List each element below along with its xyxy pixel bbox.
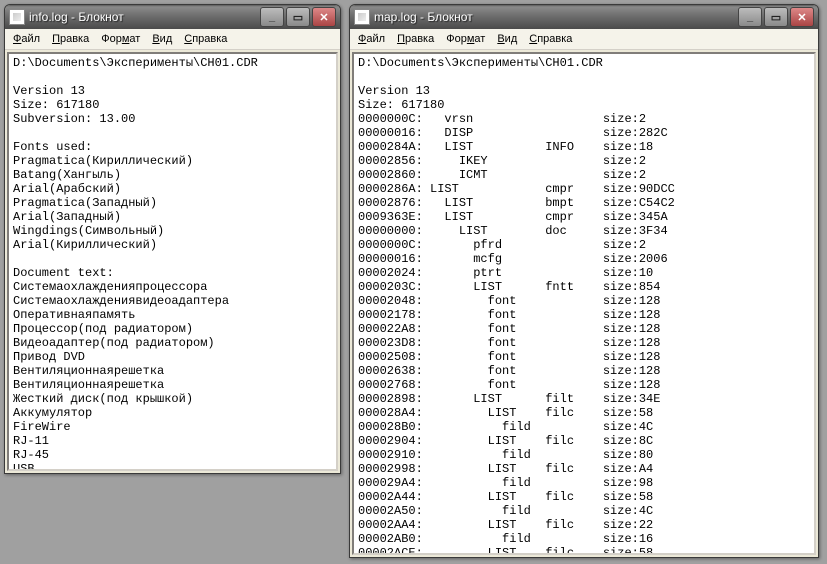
menubar: ФайлПравкаФорматВидСправка xyxy=(5,29,340,50)
text-content[interactable]: D:\Documents\Эксперименты\CH01.CDR Versi… xyxy=(354,54,814,553)
client-area: D:\Documents\Эксперименты\CH01.CDR Versi… xyxy=(352,52,816,555)
window-title: map.log - Блокнот xyxy=(374,10,738,24)
menu-item[interactable]: Файл xyxy=(7,31,46,47)
notepad-window-map: map.log - Блокнот _ ▭ ✕ ФайлПравкаФормат… xyxy=(349,4,819,558)
minimize-button[interactable]: _ xyxy=(738,7,762,27)
menu-item[interactable]: Правка xyxy=(391,31,440,47)
window-title: info.log - Блокнот xyxy=(29,10,260,24)
menu-item[interactable]: Вид xyxy=(146,31,178,47)
maximize-button[interactable]: ▭ xyxy=(764,7,788,27)
menu-item[interactable]: Вид xyxy=(491,31,523,47)
menu-item[interactable]: Формат xyxy=(95,31,146,47)
titlebar[interactable]: map.log - Блокнот _ ▭ ✕ xyxy=(350,5,818,29)
titlebar[interactable]: info.log - Блокнот _ ▭ ✕ xyxy=(5,5,340,29)
menu-item[interactable]: Файл xyxy=(352,31,391,47)
menu-item[interactable]: Справка xyxy=(178,31,233,47)
close-button[interactable]: ✕ xyxy=(790,7,814,27)
app-icon xyxy=(354,9,370,25)
app-icon xyxy=(9,9,25,25)
menu-item[interactable]: Формат xyxy=(440,31,491,47)
window-controls: _ ▭ ✕ xyxy=(260,7,336,27)
menubar: ФайлПравкаФорматВидСправка xyxy=(350,29,818,50)
client-area: D:\Documents\Эксперименты\CH01.CDR Versi… xyxy=(7,52,338,471)
notepad-window-info: info.log - Блокнот _ ▭ ✕ ФайлПравкаФорма… xyxy=(4,4,341,474)
minimize-button[interactable]: _ xyxy=(260,7,284,27)
menu-item[interactable]: Справка xyxy=(523,31,578,47)
window-controls: _ ▭ ✕ xyxy=(738,7,814,27)
text-content[interactable]: D:\Documents\Эксперименты\CH01.CDR Versi… xyxy=(9,54,336,469)
menu-item[interactable]: Правка xyxy=(46,31,95,47)
maximize-button[interactable]: ▭ xyxy=(286,7,310,27)
close-button[interactable]: ✕ xyxy=(312,7,336,27)
